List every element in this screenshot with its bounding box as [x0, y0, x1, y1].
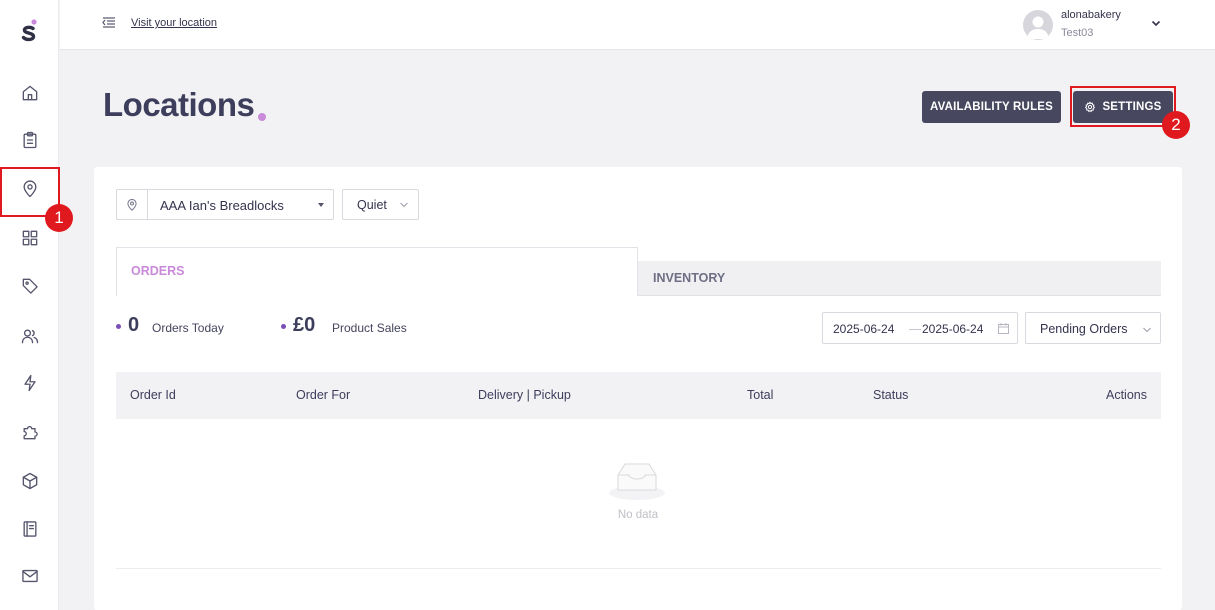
orders-today-label: Orders Today	[152, 321, 224, 335]
tab-inventory[interactable]: INVENTORY	[638, 261, 1161, 296]
puzzle-icon	[23, 425, 38, 440]
highlight-box-settings	[1070, 86, 1176, 127]
chevron-down-icon	[1143, 327, 1151, 333]
column-order-id[interactable]: Order Id	[130, 388, 176, 402]
tab-orders-label: ORDERS	[131, 264, 185, 278]
table-header: Order Id Order For Delivery | Pickup Tot…	[116, 372, 1161, 419]
lightning-icon	[23, 374, 36, 392]
availability-rules-label: AVAILABILITY RULES	[929, 101, 1054, 113]
chevron-down-icon	[400, 202, 408, 208]
tab-orders[interactable]: ORDERS	[116, 247, 638, 296]
sidebar-item-integrations[interactable]	[0, 363, 59, 403]
chevron-down-icon[interactable]	[1150, 17, 1162, 29]
mail-icon	[21, 569, 38, 583]
sidebar-item-home[interactable]	[0, 73, 59, 113]
table-divider	[116, 568, 1161, 569]
location-select-value: AAA Ian's Breadlocks	[160, 198, 284, 213]
brand-logo[interactable]	[17, 18, 43, 44]
sidebar	[0, 0, 59, 610]
page-title: Locations	[103, 86, 255, 123]
menu-toggle-icon[interactable]	[102, 16, 116, 30]
order-status-filter-value: Pending Orders	[1040, 322, 1128, 336]
stat-dot	[281, 324, 286, 329]
column-status[interactable]: Status	[873, 388, 908, 402]
calendar-icon	[998, 323, 1009, 334]
column-total[interactable]: Total	[747, 388, 773, 402]
grid-icon	[22, 230, 37, 246]
date-start: 2025-06-24	[833, 322, 895, 336]
product-sales-label: Product Sales	[332, 321, 407, 335]
empty-state-text: No data	[617, 509, 659, 521]
sidebar-item-products[interactable]	[0, 461, 59, 501]
availability-rules-button[interactable]: AVAILABILITY RULES	[922, 91, 1061, 123]
status-select-value: Quiet	[357, 198, 387, 212]
avatar[interactable]	[1023, 10, 1053, 40]
location-select[interactable]: AAA Ian's Breadlocks	[116, 189, 334, 220]
stat-dot	[116, 324, 121, 329]
orders-card: AAA Ian's Breadlocks Quiet ORDERS INVENT…	[94, 167, 1182, 610]
date-separator	[909, 329, 921, 330]
tab-inventory-label: INVENTORY	[653, 271, 726, 285]
clipboard-icon	[23, 131, 36, 149]
top-bar: Visit your location alonabakery Test03	[60, 0, 1215, 50]
location-select-pin	[117, 190, 148, 219]
map-pin-icon	[127, 198, 137, 211]
column-actions[interactable]: Actions	[1106, 388, 1147, 402]
book-icon	[23, 521, 36, 537]
sidebar-item-tags[interactable]	[0, 266, 59, 306]
tag-icon	[22, 278, 38, 294]
sidebar-item-orders[interactable]	[0, 120, 59, 160]
column-order-for[interactable]: Order For	[296, 388, 350, 402]
date-range-picker[interactable]: 2025-06-24 2025-06-24	[822, 312, 1018, 344]
date-end: 2025-06-24	[922, 322, 984, 336]
order-status-filter[interactable]: Pending Orders	[1025, 312, 1161, 344]
caret-down-icon	[318, 203, 324, 207]
column-delivery-pickup[interactable]: Delivery | Pickup	[478, 388, 571, 402]
product-sales-value: £0	[293, 314, 316, 336]
box-icon	[22, 472, 37, 490]
status-select[interactable]: Quiet	[342, 189, 419, 220]
sidebar-item-messages[interactable]	[0, 556, 59, 596]
sidebar-item-notes[interactable]	[0, 509, 59, 549]
sidebar-item-customers[interactable]	[0, 316, 59, 356]
home-icon	[22, 85, 37, 101]
user-subtitle: Test03	[1061, 27, 1094, 39]
orders-today-count: 0	[128, 314, 140, 336]
user-name: alonabakery	[1061, 9, 1121, 21]
step-marker-1: 1	[45, 204, 73, 232]
title-accent-dot	[258, 113, 266, 121]
step-marker-2: 2	[1162, 111, 1190, 139]
sidebar-item-plugins[interactable]	[0, 412, 59, 452]
visit-location-link[interactable]: Visit your location	[131, 17, 217, 29]
users-icon	[21, 329, 38, 344]
empty-inbox-icon	[609, 463, 665, 500]
